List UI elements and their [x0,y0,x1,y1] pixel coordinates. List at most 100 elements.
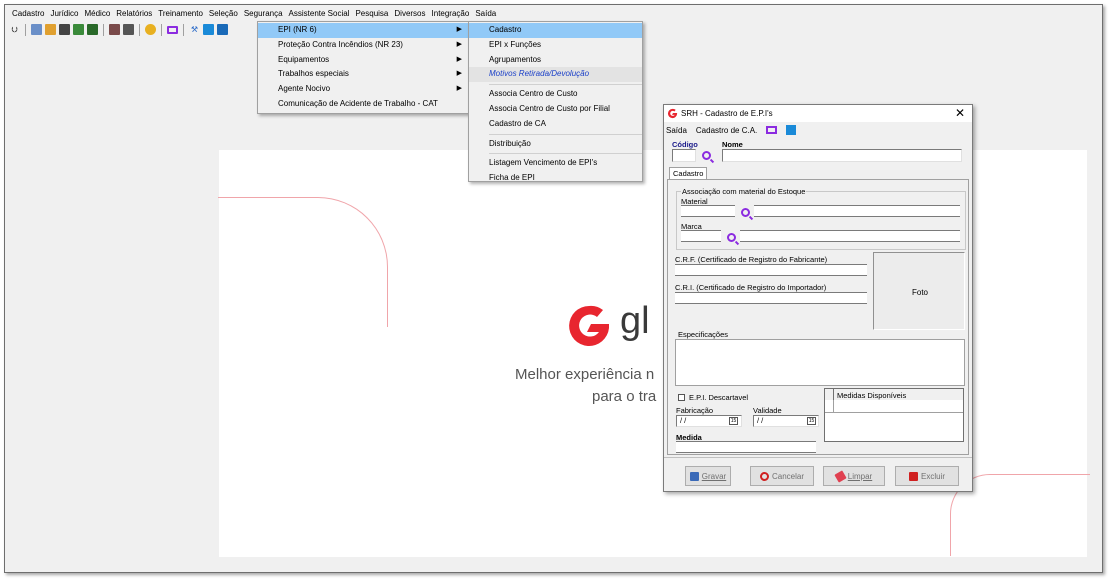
menu-diversos[interactable]: Diversos [391,9,428,18]
chart-icon[interactable] [123,24,134,35]
tagline-line-1: Melhor experiência n [515,366,655,383]
material-code-input[interactable] [681,205,735,217]
medidas-grid[interactable] [824,400,964,442]
limpar-button[interactable]: Limpar [823,466,885,486]
close-icon[interactable]: ✕ [955,106,965,120]
dialog-titlebar[interactable]: SRH - Cadastro de E.P.I's ✕ [664,105,972,122]
excluir-label: Excluir [920,471,945,481]
nome-input[interactable] [722,149,962,162]
toolbar-separator [103,23,104,36]
submenu-item-ficha-epi[interactable]: Ficha de EPI [469,171,642,186]
toolbar-separator [139,23,140,36]
menu-pesquisa[interactable]: Pesquisa [352,9,391,18]
tools-icon[interactable]: ⚒ [189,24,200,35]
employees-icon[interactable] [31,24,42,35]
menu-saida[interactable]: Saída [472,9,499,18]
menu-separator [489,153,642,155]
descartavel-checkbox[interactable] [678,394,685,401]
menu-selecao[interactable]: Seleção [206,9,241,18]
menu-relatorios[interactable]: Relatórios [113,9,155,18]
menu-medico[interactable]: Médico [81,9,113,18]
submenu-item-epi-funcoes[interactable]: EPI x Funções [469,38,642,53]
menu-item-cat[interactable]: Comunicação de Acidente de Trabalho - CA… [258,97,468,112]
cancelar-button[interactable]: Cancelar [750,466,814,486]
crf-input[interactable] [675,264,867,276]
document-icon[interactable] [87,24,98,35]
grid-row[interactable] [825,400,963,413]
submenu-arrow-icon: ▶ [456,40,462,48]
app-icon[interactable] [786,125,797,135]
submenu-item-associa-cc[interactable]: Associa Centro de Custo [469,87,642,102]
menu-item-trabalhos-especiais[interactable]: Trabalhos especiais ▶ [258,67,468,82]
dialog-title: SRH - Cadastro de E.P.I's [681,109,773,118]
photo-box[interactable]: Foto [873,252,965,330]
report-icon[interactable] [73,24,84,35]
epi-submenu: Cadastro EPI x Funções Agrupamentos Moti… [468,21,643,182]
cri-input[interactable] [675,292,867,304]
menu-item-label: Agente Nocivo [278,84,331,94]
menu-treinamento[interactable]: Treinamento [155,9,206,18]
especificacoes-textarea[interactable] [675,339,965,386]
submenu-item-cadastro[interactable]: Cadastro [469,23,642,38]
menu-item-epi[interactable]: EPI (NR 6) ▶ [258,23,468,38]
menu-integracao[interactable]: Integração [429,9,473,18]
fabricacao-calendar-icon[interactable]: 15 [729,417,738,425]
material-lookup-icon[interactable] [741,208,750,217]
epi-dialog: SRH - Cadastro de E.P.I's ✕ Saída Cadast… [663,104,973,492]
marca-lookup-icon[interactable] [727,233,736,242]
menu-item-equipamentos[interactable]: Equipamentos ▶ [258,53,468,68]
especificacoes-label: Especificações [678,330,729,339]
submenu-item-motivos[interactable]: Motivos Retirada/Devolução [469,67,642,83]
app-icon-2[interactable] [217,24,228,35]
collapse-icon[interactable]: ⮋ [9,24,20,35]
descartavel-label: E.P.I. Descartavel [689,393,749,402]
calculator-icon[interactable] [59,24,70,35]
medida-input[interactable] [676,441,816,453]
folder-icon[interactable] [45,24,56,35]
tagline-line-2: para o tra [592,388,657,405]
dialog-menu-cadastro-ca[interactable]: Cadastro de C.A. [696,126,757,135]
menu-item-label: Comunicação de Acidente de Trabalho - CA… [278,98,438,108]
validade-calendar-icon[interactable]: 15 [807,417,816,425]
menu-item-label: Equipamentos [278,54,330,64]
fabricacao-value: / / [680,416,687,425]
menu-assistente-social[interactable]: Assistente Social [286,9,353,18]
menu-seguranca[interactable]: Segurança [241,9,286,18]
pie-chart-icon[interactable] [145,24,156,35]
brand-logo-icon [569,305,609,346]
menu-item-agente-nocivo[interactable]: Agente Nocivo ▶ [258,82,468,97]
codigo-label: Código [672,140,698,149]
codigo-input[interactable] [672,149,696,162]
menu-separator [489,84,642,86]
submenu-item-agrupamentos[interactable]: Agrupamentos [469,53,642,68]
menu-juridico[interactable]: Jurídico [47,9,81,18]
cancelar-label: Cancelar [771,471,804,481]
submenu-arrow-icon: ▶ [456,26,462,33]
nome-label: Nome [722,140,743,149]
menubar: Cadastro Jurídico Médico Relatórios Trei… [5,5,1102,21]
dialog-menu-saida[interactable]: Saída [666,126,687,135]
submenu-item-distribuicao[interactable]: Distribuição [469,137,642,152]
gravar-button[interactable]: Gravar [685,466,731,486]
monitor-icon[interactable] [766,126,778,134]
validade-label: Validade [753,406,782,415]
menu-item-protecao-incendios[interactable]: Proteção Contra Incêndios (NR 23) ▶ [258,38,468,53]
cancel-icon [759,471,769,481]
dialog-button-bar: Gravar Cancelar Limpar Excluir [664,457,972,491]
codigo-lookup-icon[interactable] [702,151,711,160]
submenu-arrow-icon: ▶ [456,55,462,63]
submenu-item-cadastro-ca[interactable]: Cadastro de CA [469,117,642,132]
monitor-icon[interactable] [167,25,178,34]
menu-item-label: EPI (NR 6) [278,25,317,34]
material-desc-input[interactable] [754,205,960,217]
app-icon[interactable] [203,24,214,35]
marca-desc-input[interactable] [740,230,960,242]
excluir-button[interactable]: Excluir [895,466,959,486]
gravar-label: Gravar [701,471,727,481]
menu-item-label: Trabalhos especiais [278,69,349,79]
submenu-item-listagem-vencimento[interactable]: Listagem Vencimento de EPI's [469,156,642,171]
marca-code-input[interactable] [681,230,721,242]
submenu-item-associa-cc-filial[interactable]: Associa Centro de Custo por Filial [469,102,642,117]
transport-icon[interactable] [109,24,120,35]
menu-cadastro[interactable]: Cadastro [9,9,47,18]
